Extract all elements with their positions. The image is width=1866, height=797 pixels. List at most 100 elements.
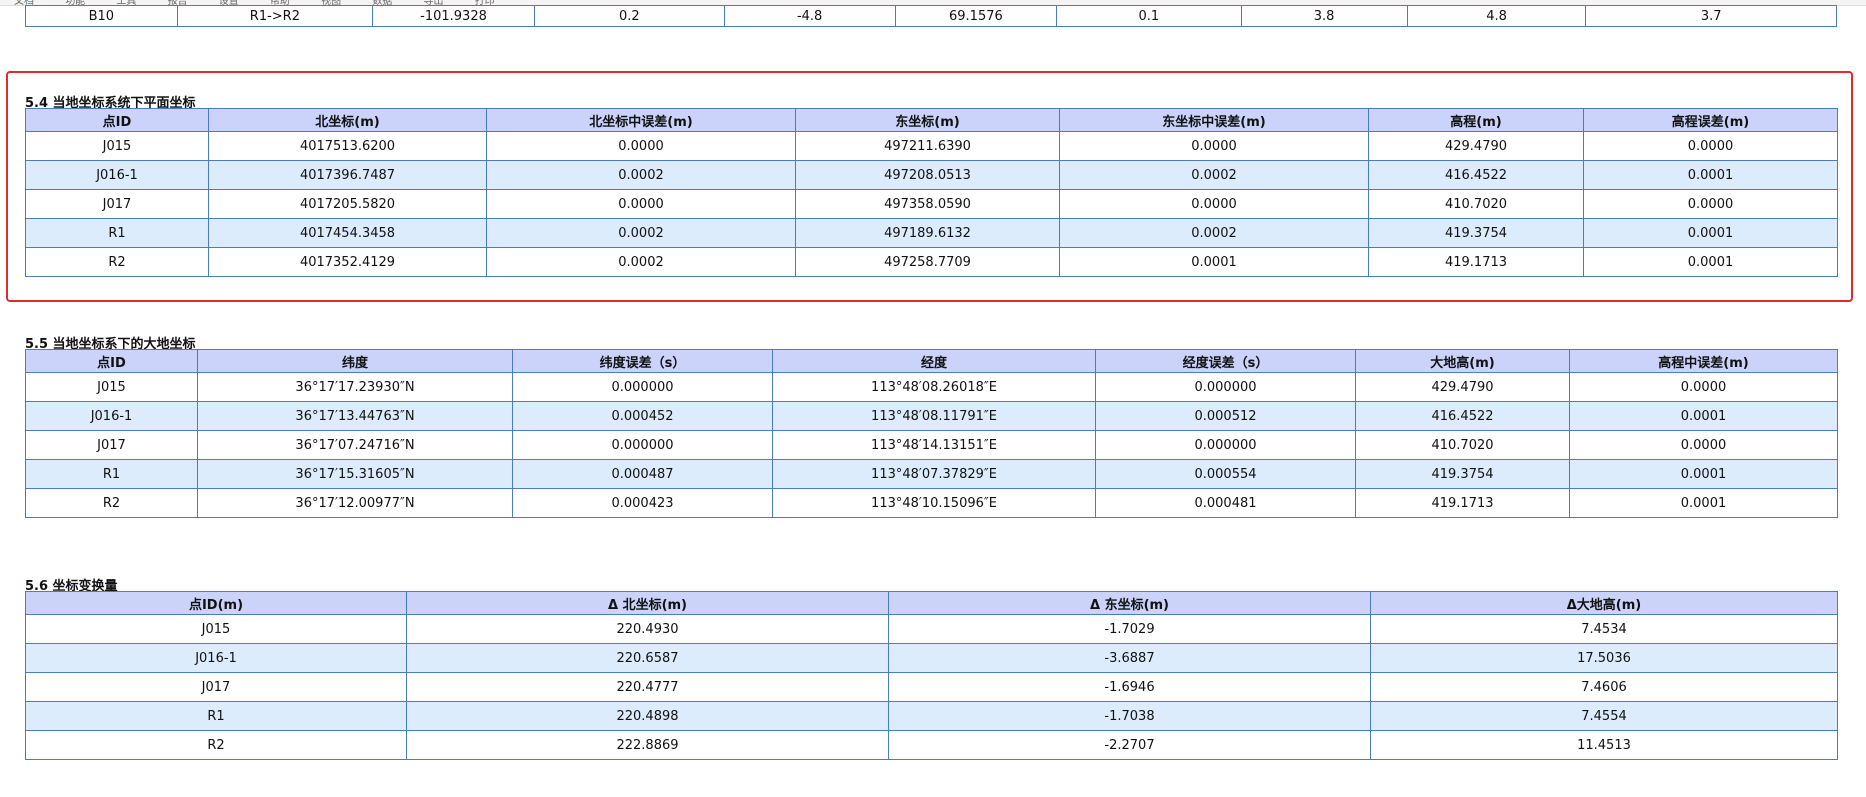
column-header: 经度误差（s） [1095, 349, 1356, 373]
table-cell: 416.4522 [1355, 401, 1570, 431]
table-cell: 0.0001 [1583, 160, 1838, 190]
table-cell: 113°48′14.13151″E [772, 430, 1096, 460]
table-cell: J015 [25, 131, 209, 161]
table-cell: 0.2 [533, 5, 725, 27]
table-row: R1 4017454.3458 0.0002 497189.6132 0.0002 419… [25, 218, 1838, 248]
table-cell: 220.4930 [406, 614, 889, 644]
table-row: B10 R1->R2 -101.9328 0.2 -4.8 69.1576 0.… [25, 5, 1837, 27]
table-header-row: 点ID(m) Δ 北坐标(m) Δ 东坐标(m) Δ大地高(m) [25, 591, 1838, 615]
table-cell: 0.0002 [1059, 218, 1369, 248]
table-row: J017 220.4777 -1.6946 7.4606 [25, 672, 1838, 702]
table-cell: 0.0001 [1059, 247, 1369, 277]
table-cell: 497358.0590 [795, 189, 1060, 219]
table-cell: 0.000481 [1095, 488, 1356, 518]
previous-section-table: B10 R1->R2 -101.9328 0.2 -4.8 69.1576 0.… [25, 5, 1837, 27]
table-cell: 0.0000 [1059, 131, 1369, 161]
column-header: 东坐标中误差(m) [1059, 108, 1369, 132]
table-cell: 0.000487 [512, 459, 773, 489]
table-cell: 0.1 [1056, 5, 1242, 27]
column-header: Δ 东坐标(m) [888, 591, 1371, 615]
table-row: J015 4017513.6200 0.0000 497211.6390 0.0000 4… [25, 131, 1838, 161]
table-cell: 36°17′15.31605″N [197, 459, 513, 489]
table-cell: J016-1 [25, 160, 209, 190]
table-cell: -1.7038 [888, 701, 1371, 731]
table-cell: 0.0000 [1583, 131, 1838, 161]
table-cell: 0.0000 [1569, 430, 1838, 460]
table-cell: R1->R2 [176, 5, 374, 27]
table-cell: -3.6887 [888, 643, 1371, 673]
table-cell: 36°17′13.44763″N [197, 401, 513, 431]
column-header: 纬度 [197, 349, 513, 373]
table-cell: R1 [25, 218, 209, 248]
column-header: 点ID [25, 349, 198, 373]
table-cell: J017 [25, 672, 407, 702]
table-cell: J016-1 [25, 401, 198, 431]
table-cell: 220.4898 [406, 701, 889, 731]
table-cell: J016-1 [25, 643, 407, 673]
table-cell: 0.0001 [1569, 459, 1838, 489]
table-row: J015 220.4930 -1.7029 7.4534 [25, 614, 1838, 644]
table-cell: 416.4522 [1368, 160, 1584, 190]
table-cell: 113°48′08.11791″E [772, 401, 1096, 431]
table-cell: 36°17′17.23930″N [197, 372, 513, 402]
local-plane-coordinates-table: 点ID 北坐标(m) 北坐标中误差(m) 东坐标(m) 东坐标中误差(m) 高程(m) 高程… [25, 108, 1838, 277]
table-cell: B10 [25, 5, 178, 27]
table-cell: 0.000000 [512, 372, 773, 402]
table-cell: 497189.6132 [795, 218, 1060, 248]
table-cell: 0.000554 [1095, 459, 1356, 489]
table-cell: -1.6946 [888, 672, 1371, 702]
table-cell: 0.0001 [1583, 247, 1838, 277]
table-cell: 0.000452 [512, 401, 773, 431]
table-cell: 0.0000 [486, 131, 796, 161]
table-cell: 0.0001 [1569, 401, 1838, 431]
table-cell: 0.000423 [512, 488, 773, 518]
column-header: 高程(m) [1368, 108, 1584, 132]
table-cell: 4017205.5820 [208, 189, 487, 219]
table-cell: 410.7020 [1368, 189, 1584, 219]
table-cell: 0.0000 [1569, 372, 1838, 402]
table-cell: 3.7 [1585, 5, 1837, 27]
table-cell: 0.000000 [512, 430, 773, 460]
table-header-row: 点ID 北坐标(m) 北坐标中误差(m) 东坐标(m) 东坐标中误差(m) 高程(m) 高程… [25, 108, 1838, 132]
table-cell: 419.3754 [1355, 459, 1570, 489]
coordinate-transformation-table: 点ID(m) Δ 北坐标(m) Δ 东坐标(m) Δ大地高(m) J015 220.49… [25, 591, 1838, 760]
table-cell: 0.0000 [1583, 189, 1838, 219]
table-cell: J015 [25, 614, 407, 644]
table-cell: J015 [25, 372, 198, 402]
table-cell: 497211.6390 [795, 131, 1060, 161]
table-cell: 7.4554 [1370, 701, 1838, 731]
table-cell: -1.7029 [888, 614, 1371, 644]
table-cell: 429.4790 [1355, 372, 1570, 402]
column-header: 北坐标(m) [208, 108, 487, 132]
table-cell: 4017352.4129 [208, 247, 487, 277]
column-header: 经度 [772, 349, 1096, 373]
table-cell: 0.0001 [1583, 218, 1838, 248]
table-cell: 36°17′07.24716″N [197, 430, 513, 460]
table-cell: 410.7020 [1355, 430, 1570, 460]
table-cell: 7.4534 [1370, 614, 1838, 644]
table-cell: 113°48′07.37829″E [772, 459, 1096, 489]
table-cell: 0.0002 [486, 218, 796, 248]
table-cell: -101.9328 [372, 5, 535, 27]
column-header: Δ大地高(m) [1370, 591, 1838, 615]
table-cell: R2 [25, 488, 198, 518]
table-row: R1 220.4898 -1.7038 7.4554 [25, 701, 1838, 731]
table-cell: 220.4777 [406, 672, 889, 702]
table-row: R2 4017352.4129 0.0002 497258.7709 0.0001 419… [25, 247, 1838, 277]
table-cell: 220.6587 [406, 643, 889, 673]
table-cell: 497208.0513 [795, 160, 1060, 190]
table-row: J016-1 4017396.7487 0.0002 497208.0513 0.000… [25, 160, 1838, 190]
table-cell: 0.0000 [486, 189, 796, 219]
table-cell: R2 [25, 247, 209, 277]
table-cell: 0.0001 [1569, 488, 1838, 518]
table-cell: R1 [25, 459, 198, 489]
table-cell: 0.000000 [1095, 430, 1356, 460]
table-cell: 0.000000 [1095, 372, 1356, 402]
table-cell: R1 [25, 701, 407, 731]
table-cell: 36°17′12.00977″N [197, 488, 513, 518]
table-cell: -2.2707 [888, 730, 1371, 760]
table-row: J017 4017205.5820 0.0000 497358.0590 0.0000 4… [25, 189, 1838, 219]
column-header: 大地高(m) [1355, 349, 1570, 373]
table-cell: 419.1713 [1368, 247, 1584, 277]
table-cell: 429.4790 [1368, 131, 1584, 161]
